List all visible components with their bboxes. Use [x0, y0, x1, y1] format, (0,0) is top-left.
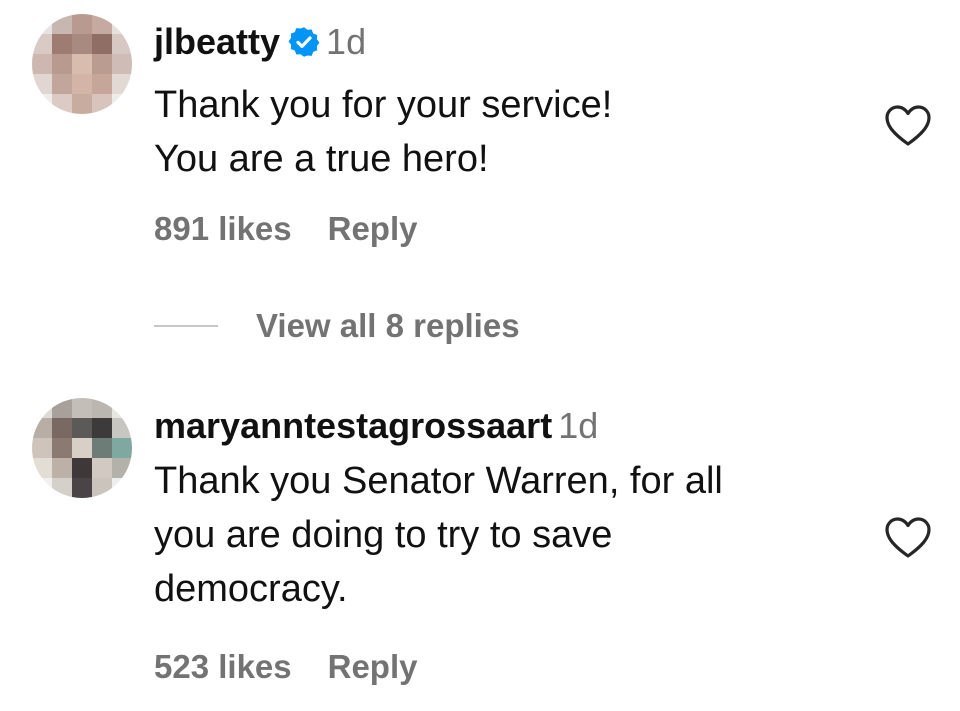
avatar-pixel	[112, 54, 132, 74]
avatar-pixel	[52, 478, 72, 498]
avatar-pixel	[72, 34, 92, 54]
avatar-pixel	[92, 74, 112, 94]
avatar-pixel	[92, 418, 112, 438]
avatar-pixel	[112, 438, 132, 458]
avatar-pixel	[112, 94, 132, 114]
likes-count[interactable]: 891 likes	[154, 210, 292, 247]
avatar-pixel	[52, 458, 72, 478]
avatar-pixel	[72, 398, 92, 418]
avatar-pixel	[72, 74, 92, 94]
avatar-pixel	[52, 54, 72, 74]
avatar-pixel	[72, 458, 92, 478]
reply-button[interactable]: Reply	[328, 648, 418, 685]
avatar-pixel	[72, 418, 92, 438]
avatar-pixel	[32, 438, 52, 458]
avatar-pixel	[32, 34, 52, 54]
avatar-pixel	[52, 398, 72, 418]
avatar-pixel	[52, 74, 72, 94]
view-all-replies-button[interactable]: View all 8 replies	[154, 302, 520, 350]
avatar[interactable]	[32, 398, 132, 498]
replies-divider	[154, 325, 218, 327]
view-all-replies-label: View all 8 replies	[256, 307, 520, 344]
avatar-pixel	[72, 478, 92, 498]
avatar-pixel	[52, 94, 72, 114]
avatar-pixel	[52, 14, 72, 34]
avatar-pixel	[92, 14, 112, 34]
avatar-pixel	[112, 458, 132, 478]
avatar-pixel	[72, 94, 92, 114]
avatar-pixel	[112, 34, 132, 54]
avatar-pixel	[32, 458, 52, 478]
comment-text: Thank you Senator Warren, for all you ar…	[154, 460, 723, 610]
avatar-pixel	[52, 34, 72, 54]
avatar-pixel	[72, 438, 92, 458]
avatar-pixel	[52, 418, 72, 438]
avatar-pixel	[92, 398, 112, 418]
heart-icon[interactable]	[884, 104, 932, 148]
verified-badge-icon	[288, 27, 320, 57]
avatar-pixel	[32, 94, 52, 114]
reply-button[interactable]: Reply	[328, 210, 418, 247]
avatar-pixel	[92, 438, 112, 458]
avatar-pixel	[32, 14, 52, 34]
username[interactable]: maryanntestagrossaart	[154, 405, 552, 446]
avatar-pixel	[72, 54, 92, 74]
username[interactable]: jlbeatty	[154, 21, 280, 62]
avatar-pixel	[32, 74, 52, 94]
avatar-pixel	[52, 438, 72, 458]
avatar-pixel	[92, 94, 112, 114]
comment-text: Thank you for your service! You are a tr…	[154, 84, 613, 180]
avatar-pixel	[72, 14, 92, 34]
avatar-pixel	[32, 418, 52, 438]
avatar-pixel	[32, 398, 52, 418]
avatar-pixel	[32, 54, 52, 74]
avatar-pixel	[112, 74, 132, 94]
avatar-pixel	[92, 34, 112, 54]
avatar-pixel	[112, 14, 132, 34]
avatar-pixel	[112, 478, 132, 498]
timestamp[interactable]: 1d	[326, 21, 366, 62]
avatar-pixel	[92, 54, 112, 74]
likes-count[interactable]: 523 likes	[154, 648, 292, 685]
timestamp[interactable]: 1d	[558, 405, 598, 446]
avatar-pixel	[112, 418, 132, 438]
heart-icon[interactable]	[884, 516, 932, 560]
avatar[interactable]	[32, 14, 132, 114]
avatar-pixel	[92, 458, 112, 478]
avatar-pixel	[112, 398, 132, 418]
avatar-pixel	[32, 478, 52, 498]
avatar-pixel	[92, 478, 112, 498]
